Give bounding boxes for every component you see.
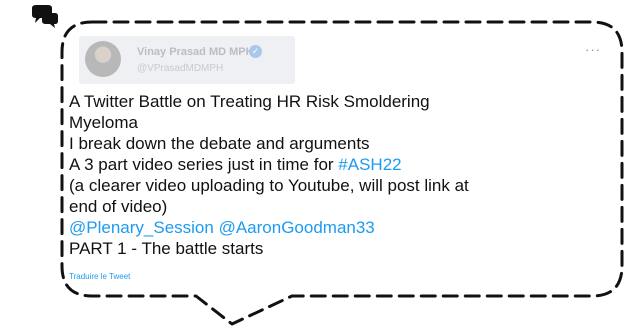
tweet-text-line: (a clearer video uploading to Youtube, w… — [69, 176, 469, 195]
translate-tweet-link[interactable]: Traduire le Tweet — [69, 272, 130, 281]
tweet-text-line: I break down the debate and arguments — [69, 134, 370, 153]
tweet-text-line: end of video) — [69, 197, 168, 216]
tweet-text-line: PART 1 - The battle starts — [69, 239, 264, 258]
tweet-author-header[interactable]: Vinay Prasad MD MPH ✓ @VPrasadMDMPH — [79, 36, 295, 84]
tweet-text-line: Myeloma — [69, 113, 138, 132]
tweet-text: A Twitter Battle on Treating HR Risk Smo… — [69, 91, 609, 259]
tweet-mentions-line: @Plenary_Session @AaronGoodman33 — [69, 217, 609, 238]
author-display-name[interactable]: Vinay Prasad MD MPH — [137, 46, 254, 58]
tweet-text-line: A Twitter Battle on Treating HR Risk Smo… — [69, 92, 430, 111]
verified-badge-icon: ✓ — [249, 45, 262, 58]
author-handle[interactable]: @VPrasadMDMPH — [137, 63, 223, 74]
mention-link[interactable]: @Plenary_Session — [69, 218, 214, 237]
hashtag-link[interactable]: #ASH22 — [338, 155, 401, 174]
tweet-text-line: A 3 part video series just in time for #… — [69, 154, 609, 175]
tweet-card: Vinay Prasad MD MPH ✓ @VPrasadMDMPH ··· … — [63, 30, 615, 292]
avatar[interactable] — [85, 41, 121, 77]
chat-bubbles-icon — [32, 5, 58, 28]
more-horizontal-icon[interactable]: ··· — [585, 42, 601, 57]
mention-link[interactable]: @AaronGoodman33 — [219, 218, 375, 237]
tweet-text-fragment: A 3 part video series just in time for — [69, 155, 339, 174]
